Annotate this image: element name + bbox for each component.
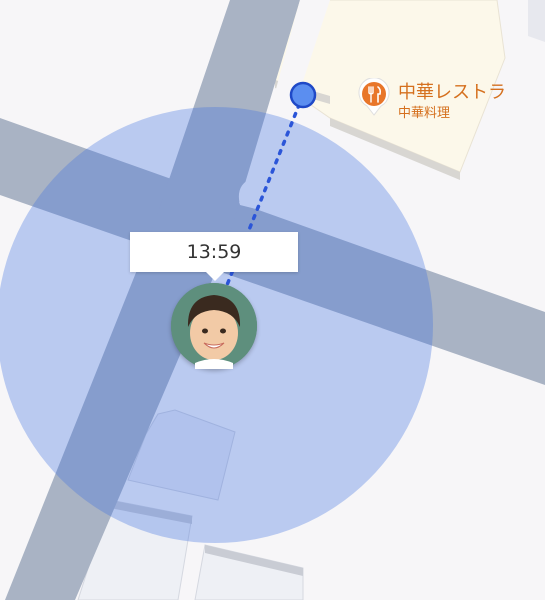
poi-category: 中華料理 [398,106,451,121]
poi-name[interactable]: 中華レストラ [398,78,506,104]
child-face-icon [171,283,257,369]
building-top-right [528,0,545,42]
child-avatar[interactable] [171,283,257,369]
map-view[interactable]: 13:59 中華レストラ 中華料理 [0,0,545,600]
location-dot[interactable] [289,81,317,109]
restaurant-icon[interactable] [358,78,390,116]
time-label: 13:59 [130,232,298,281]
time-text: 13:59 [186,241,242,263]
